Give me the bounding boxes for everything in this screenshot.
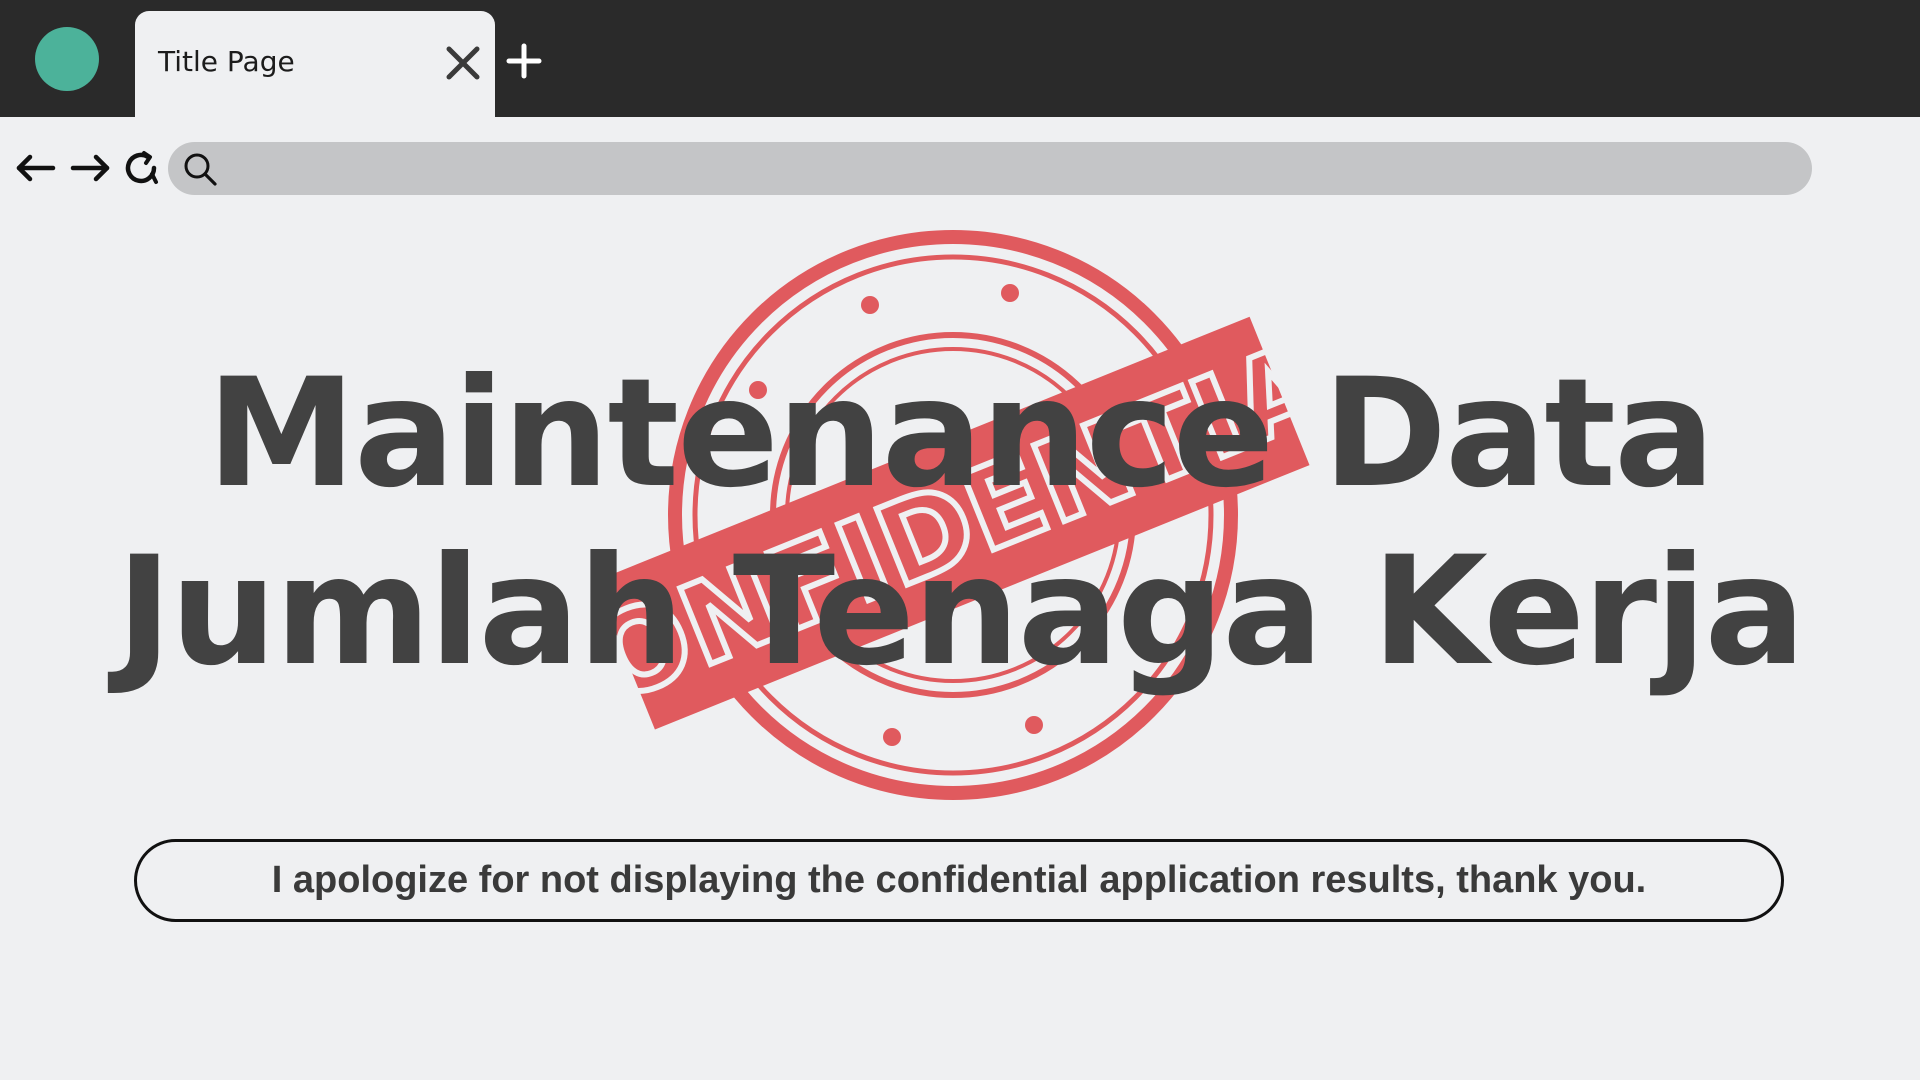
plus-icon[interactable]: [505, 42, 543, 80]
profile-dot-icon[interactable]: [35, 27, 99, 91]
message-box: I apologize for not displaying the confi…: [134, 839, 1784, 922]
address-input[interactable]: [228, 142, 1792, 197]
search-icon: [184, 153, 217, 186]
arrow-left-icon[interactable]: [15, 150, 57, 186]
page-headline: Maintenance Data Jumlah Tenaga Kerja: [0, 345, 1920, 701]
reload-icon[interactable]: [122, 148, 162, 188]
apology-message: I apologize for not displaying the confi…: [271, 859, 1647, 901]
tab-title-page[interactable]: Title Page: [135, 11, 495, 119]
close-icon[interactable]: [443, 43, 483, 83]
arrow-right-icon[interactable]: [69, 150, 111, 186]
headline-line-1: Maintenance Data: [206, 347, 1715, 521]
headline-line-2: Jumlah Tenaga Kerja: [116, 525, 1805, 699]
tab-strip: Title Page: [0, 0, 1920, 119]
browser-window: Title Page CONFIDENTIAL Maintenance Data…: [0, 0, 1920, 1080]
tab-title: Title Page: [158, 45, 295, 78]
address-bar[interactable]: [168, 142, 1812, 197]
